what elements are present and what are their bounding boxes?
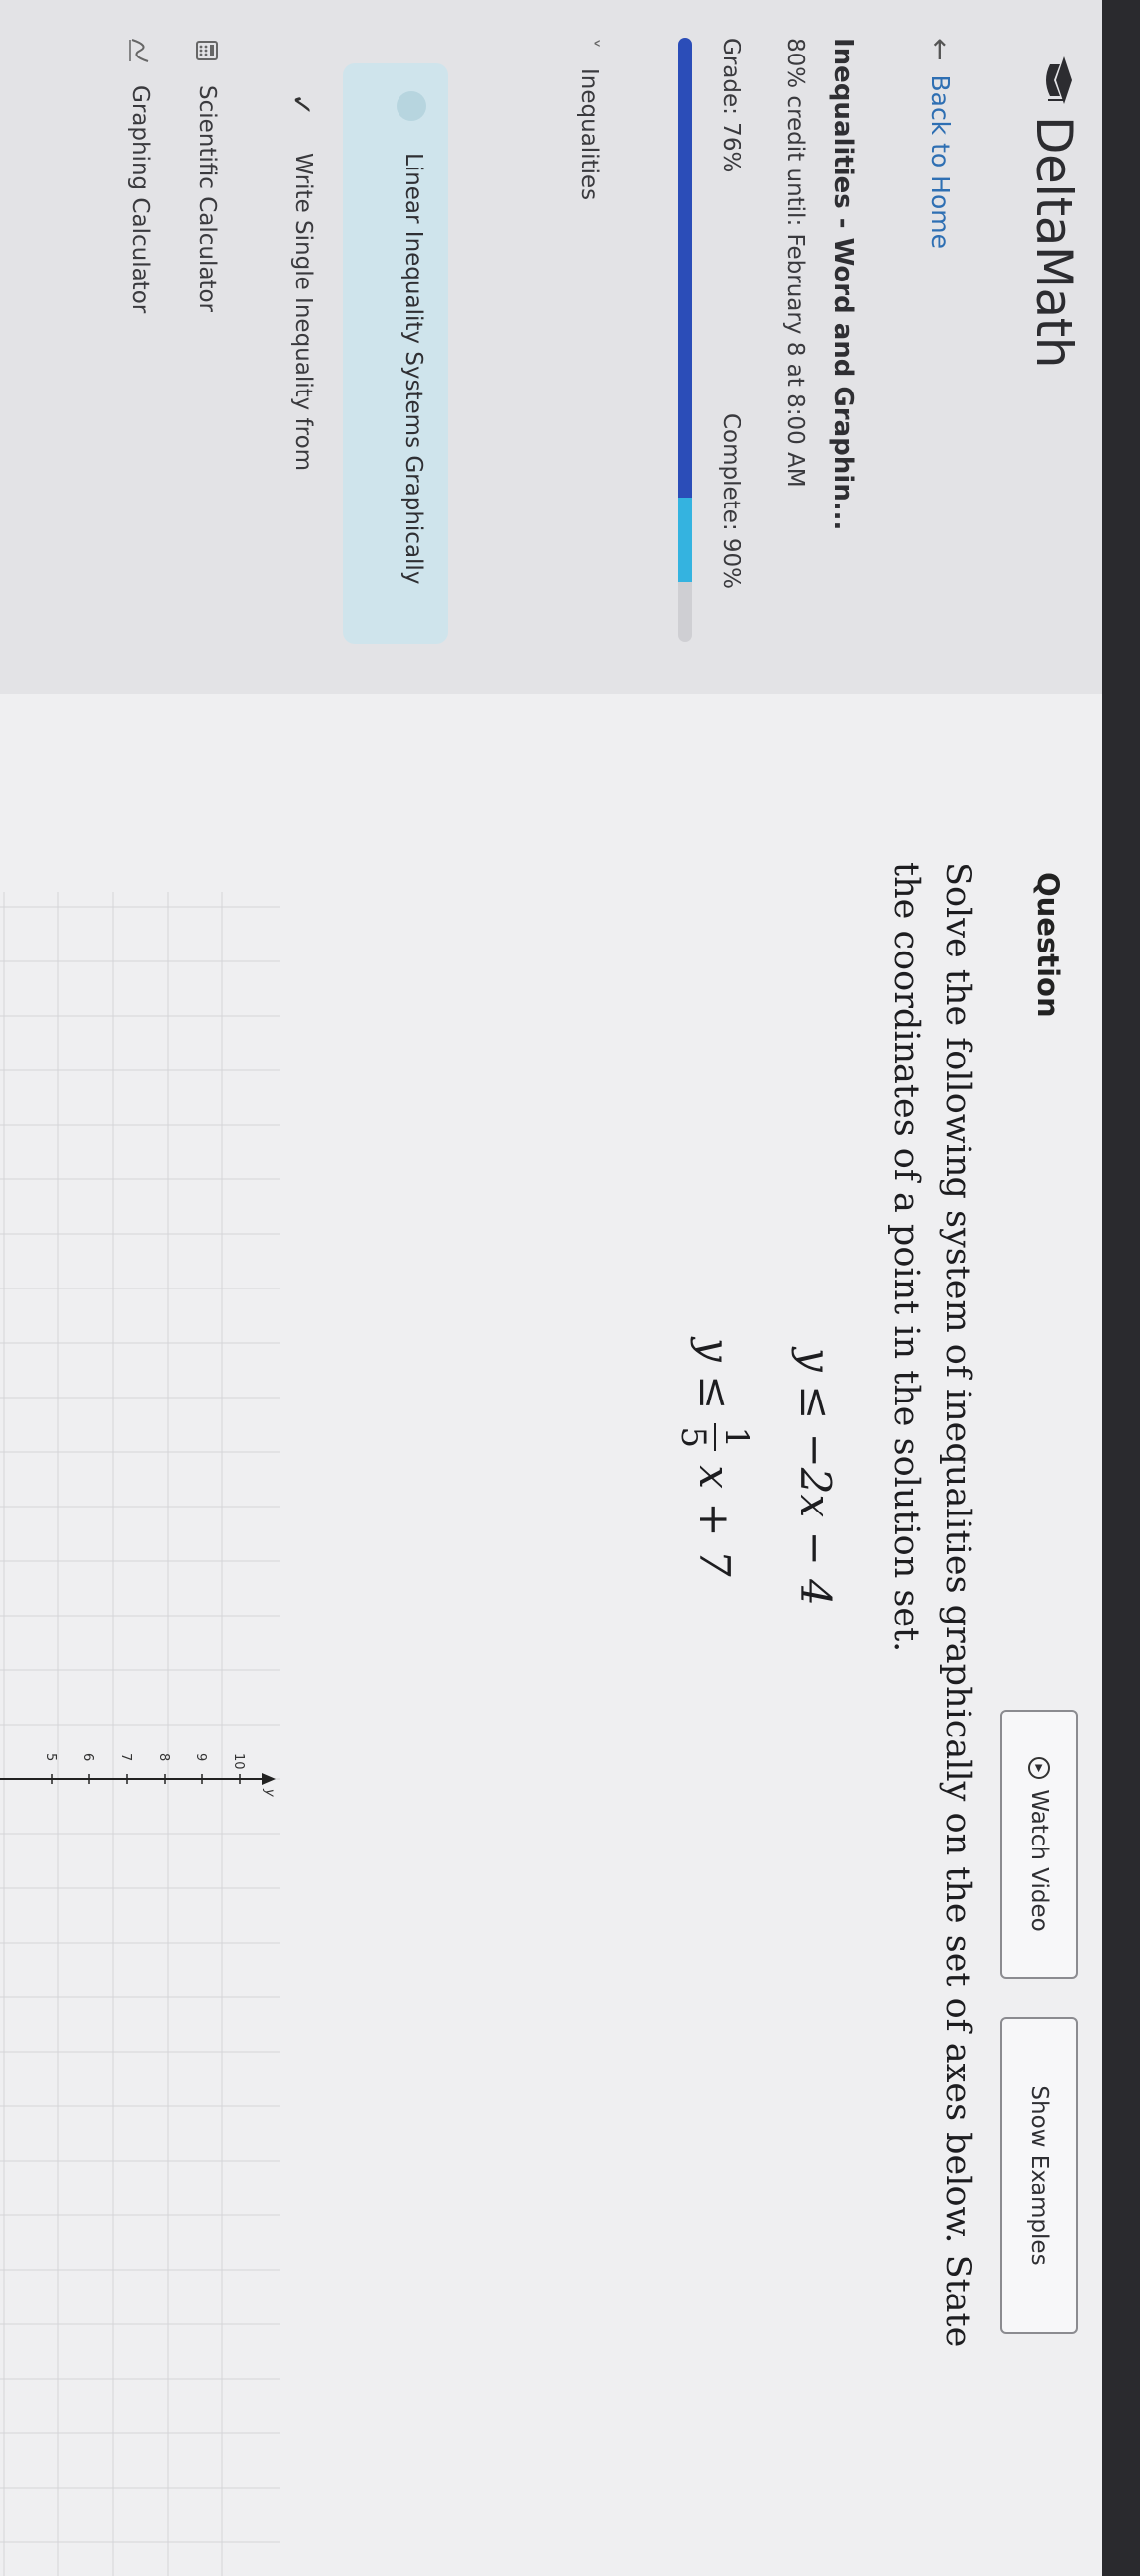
- inequality-2-lhs: y ≤: [690, 1338, 740, 1410]
- y-tick-label: 6: [80, 1753, 95, 1761]
- credit-deadline: 80% credit until: February 8 at 8:00 AM: [782, 38, 808, 488]
- deltamath-logo-icon: [1036, 55, 1072, 106]
- question-heading: Question: [1031, 872, 1065, 1018]
- back-to-home-label: Back to Home: [926, 74, 955, 249]
- fraction-denominator: 5: [673, 1426, 713, 1449]
- section-label: Inequalities: [576, 68, 602, 201]
- y-tick-label: 7: [118, 1753, 133, 1761]
- question-prompt: Solve the following system of inequaliti…: [886, 862, 977, 2348]
- progress-bar: [678, 38, 692, 642]
- main-content: Question ▶ Watch Video Show Examples Sol…: [0, 694, 1102, 2576]
- screen: DeltaMath ← Back to Home Inequalities - …: [0, 0, 1140, 2576]
- inequality-2: y ≤ 1 5 x + 7: [673, 1338, 756, 1577]
- y-tick-label: 8: [156, 1753, 171, 1761]
- arrow-left-icon: ←: [924, 38, 957, 61]
- nav-item-write-single-inequality[interactable]: ✓ Write Single Inequality from: [245, 63, 324, 644]
- section-toggle-inequalities[interactable]: ˅ Inequalities: [576, 38, 602, 200]
- scientific-calculator-button[interactable]: Scientific Calculator: [194, 38, 220, 312]
- chevron-down-icon: ˅: [576, 38, 602, 49]
- watch-video-label: Watch Video: [1026, 1789, 1052, 1932]
- y-axis-label: y: [262, 1788, 277, 1797]
- y-tick-label: 10: [231, 1753, 246, 1770]
- fraction: 1 5: [673, 1423, 756, 1452]
- complete-text: Complete: 90%: [718, 413, 743, 590]
- y-axis-arrow: [262, 1773, 276, 1785]
- watch-video-button[interactable]: ▶ Watch Video: [1000, 1710, 1078, 1979]
- show-examples-button[interactable]: Show Examples: [1000, 2017, 1078, 2334]
- complete-progress-fill: [678, 497, 692, 582]
- brand-name: DeltaMath: [1025, 116, 1083, 368]
- grade-progress-fill: [678, 38, 692, 498]
- inequality-1: y ≤ −2x − 4: [791, 1348, 840, 1606]
- back-to-home-link[interactable]: ← Back to Home: [924, 38, 957, 249]
- tool-label: Scientific Calculator: [194, 85, 220, 313]
- page: DeltaMath ← Back to Home Inequalities - …: [0, 0, 1140, 2576]
- checkmark-icon: ✓: [285, 93, 318, 117]
- progress-circle-icon: [397, 91, 426, 121]
- top-bar: [1102, 0, 1140, 2576]
- fraction-bar: [714, 1423, 716, 1452]
- y-tick-label: 9: [193, 1753, 208, 1761]
- fraction-numerator: 1: [717, 1426, 756, 1449]
- nav-item-label: Write Single Inequality from: [290, 153, 316, 472]
- y-tick-label: 5: [43, 1753, 57, 1761]
- grade-text: Grade: 76%: [718, 38, 743, 173]
- nav-item-label: Linear Inequality Systems Graphically: [400, 153, 426, 585]
- show-examples-label: Show Examples: [1026, 2085, 1052, 2266]
- calculator-icon: [194, 38, 220, 63]
- tool-label: Graphing Calculator: [127, 85, 153, 314]
- nav-item-linear-inequality-systems[interactable]: Linear Inequality Systems Graphically: [343, 63, 448, 644]
- sidebar: DeltaMath ← Back to Home Inequalities - …: [0, 0, 1102, 694]
- brand[interactable]: DeltaMath: [1025, 55, 1083, 368]
- coordinate-grid[interactable]: y 10 9 8 7 6 5: [0, 892, 280, 2576]
- play-icon: ▶: [1028, 1757, 1050, 1780]
- grid-svg[interactable]: y 10 9 8 7 6 5: [0, 892, 280, 2576]
- graphing-calculator-button[interactable]: Graphing Calculator: [127, 38, 153, 313]
- assignment-title: Inequalities - Word and Graphin...: [828, 38, 857, 531]
- inequality-2-rhs: x + 7: [690, 1465, 740, 1577]
- graph-icon: [127, 38, 153, 63]
